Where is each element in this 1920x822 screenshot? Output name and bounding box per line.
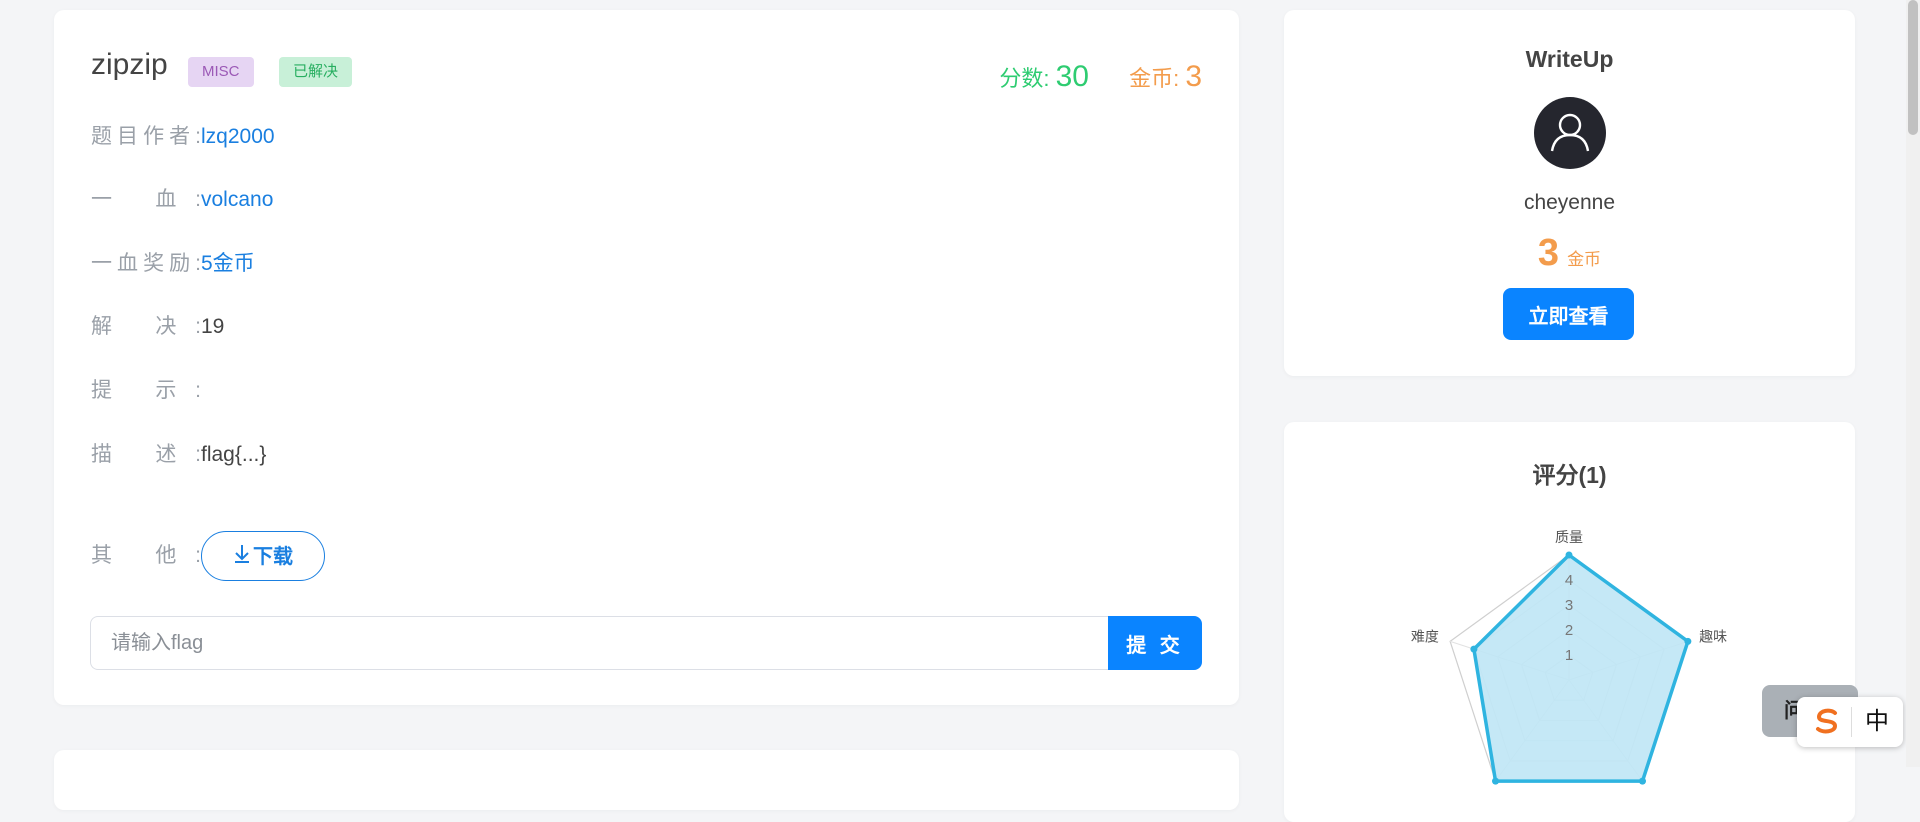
radar-axis-label: 难度 <box>1411 628 1439 644</box>
first-blood-link[interactable]: volcano <box>201 185 273 215</box>
solved-count: 19 <box>201 315 225 338</box>
coin-value: 3 <box>1185 60 1202 93</box>
other-label: 其 他: <box>91 544 201 567</box>
score-display: 分数: 30 <box>999 60 1089 94</box>
ime-language-toggle[interactable]: 中 <box>1859 705 1895 739</box>
writeup-coin-value: 3 <box>1537 232 1560 274</box>
flag-input[interactable] <box>90 616 1108 670</box>
bonus-value: 5金币 <box>201 252 255 275</box>
radar-scale-label: 2 <box>1565 622 1573 639</box>
challenge-title: zipzip <box>91 48 168 81</box>
description-label: 描 述: <box>91 443 201 466</box>
download-button[interactable]: 下载 <box>201 531 325 581</box>
comments-card <box>54 750 1239 810</box>
solved-label: 解 决: <box>91 315 201 338</box>
page-scrollbar[interactable] <box>1906 0 1920 767</box>
hint-row: 提 示: <box>91 376 201 406</box>
score-value: 30 <box>1055 60 1089 93</box>
first-blood-label: 一 血: <box>91 188 201 211</box>
download-label: 下载 <box>253 546 293 568</box>
first-blood-row: 一 血: volcano <box>91 185 273 215</box>
bonus-label: 一血奖励: <box>91 252 201 275</box>
ime-separator <box>1851 707 1852 737</box>
submit-button[interactable]: 提 交 <box>1108 616 1202 670</box>
challenge-card: zipzip MISC 已解决 分数: 30 金币: 3 题目作者: lzq20… <box>54 10 1239 705</box>
coin-display: 金币: 3 <box>1129 60 1202 94</box>
status-badge: 已解决 <box>279 57 353 87</box>
author-row: 题目作者: lzq2000 <box>91 122 275 152</box>
radar-data-point <box>1565 551 1573 559</box>
ime-toolbar[interactable]: 中 <box>1797 697 1903 747</box>
view-writeup-button[interactable]: 立即查看 <box>1503 288 1634 340</box>
writeup-card: WriteUp cheyenne 3 金币 立即查看 <box>1284 10 1855 376</box>
writeup-price: 3 金币 <box>1284 232 1855 275</box>
description-row: 描 述: flag{...} <box>91 440 266 470</box>
author-label: 题目作者: <box>91 125 201 148</box>
writeup-username: cheyenne <box>1523 191 1616 214</box>
radar-axis-label: 质量 <box>1555 529 1583 545</box>
author-link[interactable]: lzq2000 <box>201 122 275 152</box>
rating-card: 评分(1) 1 2 3 4 质量 趣味 难度 <box>1284 422 1855 822</box>
bonus-row: 一血奖励: 5金币 <box>91 249 255 279</box>
radar-axis-label: 趣味 <box>1699 628 1727 644</box>
radar-scale-label: 4 <box>1565 572 1573 589</box>
rating-radar-chart: 1 2 3 4 质量趣味 难度 <box>1411 529 1727 785</box>
sogou-logo-icon <box>1816 708 1838 734</box>
solved-row: 解 决: 19 <box>91 312 224 342</box>
scrollbar-thumb[interactable] <box>1908 0 1918 135</box>
radar-scale-label: 3 <box>1565 597 1573 614</box>
category-tag: MISC <box>188 57 254 87</box>
score-label: 分数: <box>999 66 1050 91</box>
radar-data-point <box>1492 777 1500 785</box>
download-icon <box>233 532 251 582</box>
other-row: 其 他: 下载 <box>91 531 325 581</box>
writeup-coin-unit: 金币 <box>1567 250 1602 269</box>
hint-label: 提 示: <box>91 379 201 402</box>
user-avatar-icon <box>1534 97 1606 169</box>
coin-label: 金币: <box>1129 66 1180 91</box>
radar-data-point <box>1684 637 1692 645</box>
writeup-title: WriteUp <box>1525 46 1614 72</box>
flag-form: 提 交 <box>90 616 1202 670</box>
description-text: flag{...} <box>201 443 267 466</box>
radar-scale-label: 1 <box>1565 647 1573 664</box>
radar-data-point <box>1470 645 1478 653</box>
radar-data-point <box>1638 777 1646 785</box>
radar-series-area <box>1472 552 1690 783</box>
